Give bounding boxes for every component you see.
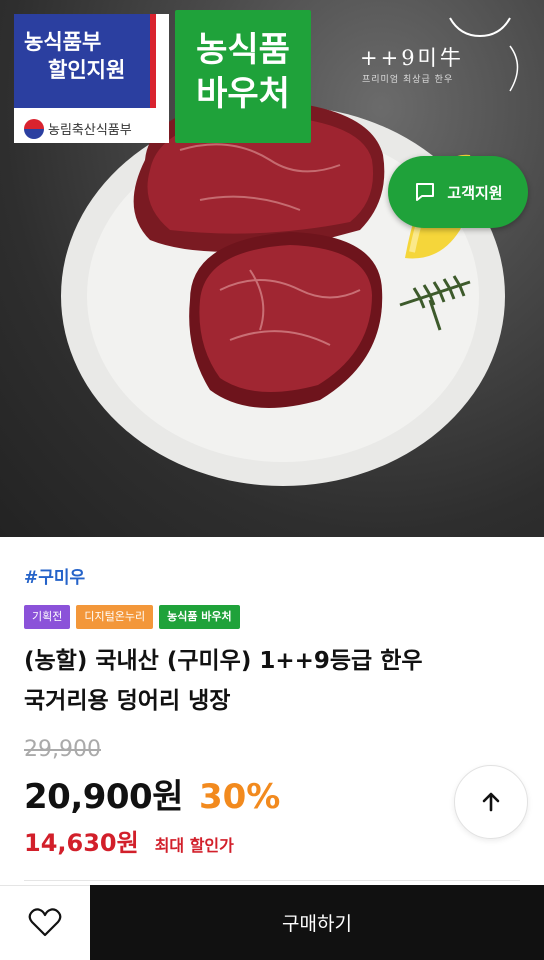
scroll-to-top-button[interactable] — [454, 765, 528, 839]
brand-subtitle: 프리미엄 최상급 한우 — [362, 75, 454, 85]
taegeuk-icon — [24, 118, 44, 139]
bottom-action-bar: 구매하기 — [0, 885, 544, 960]
government-logo: 농림축산식품부 — [14, 114, 169, 143]
divider — [24, 880, 520, 881]
brand-logo: ++9미牛 프리미엄 최상급 한우 — [360, 6, 530, 96]
arrow-up-icon — [482, 792, 500, 812]
product-image: 농식품부 할인지원 농림축산식품부 농식품 바우처 ++9미牛 프리미엄 최상급… — [0, 0, 544, 537]
product-title-line2: 국거리용 덩어리 냉장 — [24, 688, 231, 714]
voucher-badge: 농식품 바우처 — [175, 10, 311, 143]
ministry-badge-line2: 할인지원 — [48, 58, 126, 82]
brand-name: ++9미牛 — [360, 46, 464, 70]
buy-button[interactable]: 구매하기 — [90, 885, 544, 960]
product-title: (농할) 국내산 (구미우) 1++9등급 한우 국거리용 덩어리 냉장 — [24, 641, 524, 721]
max-discount-label: 최대 할인가 — [154, 836, 234, 855]
product-title-line1: (농할) 국내산 (구미우) 1++9등급 한우 — [24, 648, 423, 674]
original-price: 29,900 — [24, 737, 101, 762]
chat-bubble-icon — [416, 183, 435, 201]
wishlist-button[interactable] — [0, 885, 90, 960]
ministry-badge-line1: 농식품부 — [24, 30, 102, 54]
customer-support-label: 고객지원 — [447, 183, 503, 202]
product-tags: 기획전 디지털온누리 농식품 바우처 — [24, 605, 240, 629]
discount-rate: 30% — [198, 777, 281, 817]
tag-promotion: 기획전 — [24, 605, 71, 629]
tag-digital-onnuri: 디지털온누리 — [76, 605, 154, 629]
ministry-discount-label: 농식품부 할인지원 — [14, 14, 156, 108]
max-discount-price: 14,630원 — [24, 829, 139, 857]
government-name: 농림축산식품부 — [48, 123, 132, 138]
brand-hashtag[interactable]: #구미우 — [24, 563, 85, 588]
sale-price: 20,900원 — [24, 777, 183, 817]
tag-voucher: 농식품 바우처 — [159, 605, 240, 629]
heart-icon — [28, 908, 62, 937]
voucher-badge-line1: 농식품 — [196, 30, 290, 70]
price-row: 20,900원 30% — [24, 769, 280, 818]
voucher-badge-line2: 바우처 — [196, 74, 290, 114]
ministry-discount-badge: 농식품부 할인지원 농림축산식품부 — [14, 14, 169, 143]
max-discount-row: 14,630원 최대 할인가 — [24, 823, 234, 858]
customer-support-button[interactable]: 고객지원 — [388, 156, 528, 228]
